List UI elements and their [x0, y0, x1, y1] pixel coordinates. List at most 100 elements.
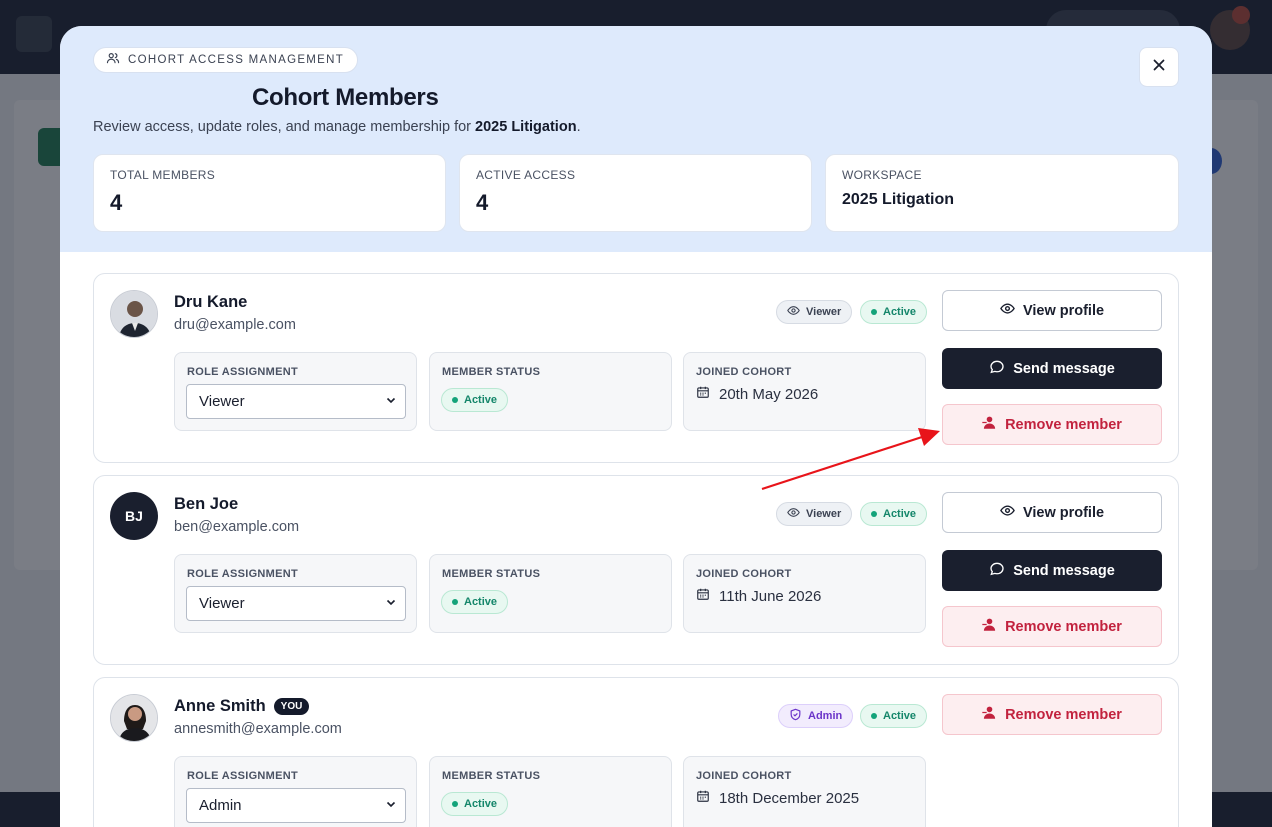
view-profile-button[interactable]: View profile — [942, 492, 1162, 533]
stat-label: ACTIVE ACCESS — [476, 168, 576, 182]
stat-label: TOTAL MEMBERS — [110, 168, 216, 182]
member-name-text: Anne Smith — [174, 697, 266, 715]
member-name-text: Dru Kane — [174, 293, 248, 311]
status-badge-label: Active — [883, 306, 917, 318]
status-dot — [452, 397, 458, 403]
status-pill-label: Active — [464, 596, 498, 608]
modal-title: Cohort Members — [252, 84, 439, 111]
joined-date: 11th June 2026 — [696, 587, 821, 605]
role-badge-label: Viewer — [806, 306, 842, 318]
chevron-down-icon — [385, 797, 397, 814]
role-assignment-field: ROLE ASSIGNMENT Viewer — [174, 352, 417, 431]
status-pill: Active — [441, 590, 509, 614]
send-message-button[interactable]: Send message — [942, 348, 1162, 389]
status-badge-label: Active — [883, 508, 917, 520]
status-dot — [452, 599, 458, 605]
field-label: MEMBER STATUS — [442, 770, 541, 782]
joined-cohort-field: JOINED COHORT 20th May 2026 — [683, 352, 926, 431]
eye-icon — [1000, 503, 1015, 522]
stat-value: 2025 Litigation — [842, 191, 955, 208]
eyebrow-pill: COHORT ACCESS MANAGEMENT — [93, 47, 359, 73]
button-label: View profile — [1022, 504, 1105, 521]
calendar-icon — [696, 385, 710, 403]
stat-workspace: WORKSPACE 2025 Litigation — [825, 154, 1179, 232]
field-label: JOINED COHORT — [696, 366, 792, 378]
modal-subtitle: Review access, update roles, and manage … — [93, 119, 581, 135]
button-label: View profile — [1022, 302, 1105, 319]
field-label: ROLE ASSIGNMENT — [187, 568, 299, 580]
eye-icon — [1000, 301, 1015, 320]
joined-date-text: 18th December 2025 — [719, 789, 860, 807]
joined-date: 20th May 2026 — [696, 385, 818, 403]
role-select[interactable]: Admin — [186, 788, 406, 823]
button-label: Remove member — [1005, 416, 1122, 433]
stat-value: 4 — [110, 190, 123, 215]
stat-total-members: TOTAL MEMBERS 4 — [93, 154, 446, 232]
eyebrow-label: COHORT ACCESS MANAGEMENT — [128, 54, 345, 66]
role-select-value: Viewer — [199, 393, 245, 410]
member-status-field: MEMBER STATUS Active — [429, 554, 672, 633]
joined-date-text: 11th June 2026 — [719, 587, 822, 605]
stat-active-access: ACTIVE ACCESS 4 — [459, 154, 812, 232]
shield-icon — [789, 708, 802, 724]
field-label: ROLE ASSIGNMENT — [187, 366, 299, 378]
role-select[interactable]: Viewer — [186, 384, 406, 419]
cohort-members-modal: COHORT ACCESS MANAGEMENT Cohort Members … — [60, 26, 1212, 827]
member-email: annesmith@example.com — [174, 721, 342, 737]
subtitle-text: Review access, update roles, and manage … — [93, 119, 476, 135]
user-remove-icon — [982, 415, 997, 434]
avatar — [110, 290, 158, 338]
member-name: Dru Kane — [174, 293, 247, 312]
user-remove-icon — [982, 705, 997, 724]
eye-icon — [787, 506, 800, 522]
role-select-value: Admin — [199, 797, 242, 814]
subtitle-period: . — [576, 119, 581, 135]
role-assignment-field: ROLE ASSIGNMENT Viewer — [174, 554, 417, 633]
stat-value: 4 — [476, 190, 489, 215]
member-card: BJ Ben Joe ben@example.com Viewer Active… — [93, 475, 1179, 665]
remove-member-button[interactable]: Remove member — [942, 404, 1162, 445]
status-pill-label: Active — [464, 798, 498, 810]
role-select[interactable]: Viewer — [186, 586, 406, 621]
remove-member-button[interactable]: Remove member — [942, 694, 1162, 735]
member-card: Dru Kane dru@example.com Viewer Active R… — [93, 273, 1179, 463]
chevron-down-icon — [385, 595, 397, 612]
status-dot — [871, 309, 877, 315]
calendar-icon — [696, 789, 710, 807]
button-label: Remove member — [1005, 706, 1122, 723]
member-status-field: MEMBER STATUS Active — [429, 352, 672, 431]
member-status-field: MEMBER STATUS Active — [429, 756, 672, 827]
close-icon — [1153, 58, 1165, 76]
role-assignment-field: ROLE ASSIGNMENT Admin — [174, 756, 417, 827]
status-badge: Active — [860, 502, 928, 526]
remove-member-button[interactable]: Remove member — [942, 606, 1162, 647]
status-dot — [452, 801, 458, 807]
role-badge: Admin — [778, 704, 854, 728]
field-label: JOINED COHORT — [696, 568, 792, 580]
stat-label: WORKSPACE — [842, 168, 922, 182]
button-label: Remove member — [1005, 618, 1122, 635]
view-profile-button[interactable]: View profile — [942, 290, 1162, 331]
joined-cohort-field: JOINED COHORT 11th June 2026 — [683, 554, 926, 633]
field-label: ROLE ASSIGNMENT — [187, 770, 299, 782]
button-label: Send message — [1013, 360, 1115, 377]
send-message-button[interactable]: Send message — [942, 550, 1162, 591]
role-select-value: Viewer — [199, 595, 245, 612]
member-list: Dru Kane dru@example.com Viewer Active R… — [60, 252, 1212, 827]
member-email: dru@example.com — [174, 317, 296, 333]
member-name-text: Ben Joe — [174, 495, 239, 513]
chevron-down-icon — [385, 393, 397, 410]
avatar — [110, 694, 158, 742]
close-button[interactable] — [1139, 47, 1179, 87]
joined-date-text: 20th May 2026 — [719, 385, 819, 403]
field-label: MEMBER STATUS — [442, 568, 541, 580]
message-bubble-icon — [989, 561, 1005, 581]
status-badge: Active — [860, 704, 928, 728]
status-badge-label: Active — [883, 710, 917, 722]
role-badge: Viewer — [776, 502, 853, 526]
role-badge-label: Admin — [808, 710, 843, 722]
status-pill: Active — [441, 388, 509, 412]
message-bubble-icon — [989, 359, 1005, 379]
calendar-icon — [696, 587, 710, 605]
user-remove-icon — [982, 617, 997, 636]
